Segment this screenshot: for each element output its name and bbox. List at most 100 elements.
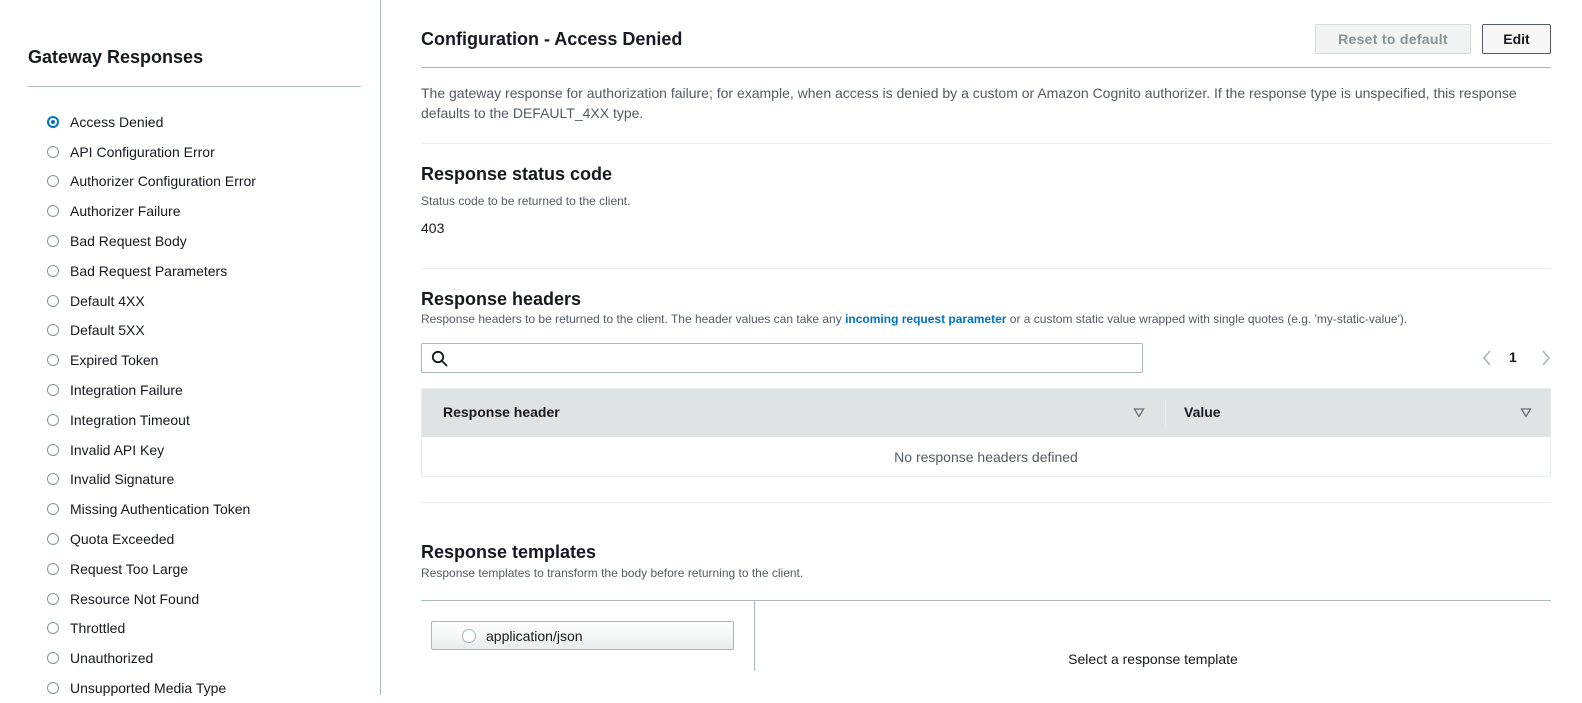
response-type-label: Access Denied <box>70 113 164 130</box>
radio-button[interactable] <box>47 413 59 426</box>
header-search <box>421 343 1143 373</box>
sidebar-title: Gateway Responses <box>28 47 204 67</box>
response-type-label: Authorizer Failure <box>70 203 181 220</box>
radio-button[interactable] <box>47 503 59 516</box>
help-text: or a custom static value wrapped with si… <box>1006 312 1408 326</box>
status-code-heading: Response status code <box>421 164 613 184</box>
sidebar: Gateway Responses Access Denied API Confi… <box>0 0 381 696</box>
edit-button[interactable]: Edit <box>1482 24 1551 54</box>
gateway-response-list: Access Denied API Configuration Error Auth… <box>47 107 256 703</box>
response-type-label: API Configuration Error <box>70 143 215 160</box>
response-type-label: Invalid Signature <box>70 471 175 488</box>
radio-button[interactable] <box>47 115 59 128</box>
radio-button[interactable] <box>47 235 59 248</box>
chevron-right-icon[interactable] <box>1538 347 1554 369</box>
response-type-option[interactable]: Integration Timeout <box>47 405 256 435</box>
empty-table-message: No response headers defined <box>894 449 1078 465</box>
main-panel: Configuration - Access Denied Reset to d… <box>421 0 1551 695</box>
status-code-value: 403 <box>421 220 445 236</box>
response-type-option[interactable]: Authorizer Failure <box>47 196 256 226</box>
reset-to-default-button[interactable]: Reset to default <box>1315 24 1471 54</box>
help-text: Response headers to be returned to the c… <box>421 312 846 326</box>
radio-button[interactable] <box>47 354 59 367</box>
column-header-response-header[interactable]: Response header <box>443 404 560 420</box>
radio-button[interactable] <box>47 175 59 188</box>
response-templates-heading: Response templates <box>421 542 597 562</box>
title-divider <box>421 67 1551 68</box>
response-headers-help: Response headers to be returned to the c… <box>421 312 1407 326</box>
response-type-label: Missing Authentication Token <box>70 501 251 518</box>
response-type-label: Default 5XX <box>70 322 145 339</box>
response-type-label: Authorizer Configuration Error <box>70 173 256 190</box>
response-type-option[interactable]: Missing Authentication Token <box>47 494 256 524</box>
response-type-label: Unauthorized <box>70 650 154 667</box>
incoming-request-parameter-link[interactable]: incoming request parameter <box>845 312 1006 326</box>
current-page[interactable]: 1 <box>1509 349 1517 365</box>
radio-button[interactable] <box>47 622 59 635</box>
response-type-label: Quota Exceeded <box>70 531 175 548</box>
template-label: application/json <box>486 627 583 644</box>
response-type-option[interactable]: Authorizer Configuration Error <box>47 167 256 197</box>
response-type-option[interactable]: Integration Failure <box>47 375 256 405</box>
page-title: Configuration - Access Denied <box>421 29 683 49</box>
pagination: 1 <box>1479 347 1551 369</box>
chevron-left-icon[interactable] <box>1479 347 1495 369</box>
response-type-option[interactable]: Default 5XX <box>47 316 256 346</box>
template-radio[interactable] <box>462 628 476 643</box>
response-templates-help: Response templates to transform the body… <box>421 566 804 580</box>
response-type-label: Bad Request Body <box>70 233 187 250</box>
response-type-option[interactable]: Throttled <box>47 614 256 644</box>
radio-button[interactable] <box>47 682 59 695</box>
column-header-value[interactable]: Value <box>1184 404 1221 420</box>
response-type-option[interactable]: Bad Request Parameters <box>47 256 256 286</box>
response-type-option[interactable]: Request Too Large <box>47 554 256 584</box>
radio-button[interactable] <box>47 562 59 575</box>
response-type-option[interactable]: Bad Request Body <box>47 226 256 256</box>
section-divider <box>421 143 1551 144</box>
radio-button[interactable] <box>47 145 59 158</box>
response-type-label: Invalid API Key <box>70 441 165 458</box>
radio-button[interactable] <box>47 205 59 218</box>
response-type-option[interactable]: Invalid Signature <box>47 465 256 495</box>
response-type-label: Default 4XX <box>70 292 145 309</box>
template-item-application-json[interactable]: application/json <box>431 621 734 650</box>
response-type-label: Integration Failure <box>70 382 183 399</box>
response-type-label: Expired Token <box>70 352 159 369</box>
radio-button[interactable] <box>47 652 59 665</box>
status-code-help: Status code to be returned to the client… <box>421 194 631 208</box>
response-type-label: Unsupported Media Type <box>70 680 227 697</box>
search-input[interactable] <box>454 347 1138 371</box>
response-type-option[interactable]: API Configuration Error <box>47 137 256 167</box>
response-type-option[interactable]: Invalid API Key <box>47 435 256 465</box>
response-type-option[interactable]: Access Denied <box>47 107 256 137</box>
sort-triangle-icon[interactable] <box>1520 407 1532 419</box>
response-description: The gateway response for authorization f… <box>421 85 1517 121</box>
response-headers-heading: Response headers <box>421 289 582 309</box>
search-icon <box>431 350 448 367</box>
table-header: Response header Value <box>422 389 1550 437</box>
sort-triangle-icon[interactable] <box>1133 407 1145 419</box>
response-type-option[interactable]: Unauthorized <box>47 643 256 673</box>
response-type-label: Resource Not Found <box>70 590 200 607</box>
radio-button[interactable] <box>47 533 59 546</box>
template-placeholder: Select a response template <box>1068 651 1238 667</box>
response-headers-table: Response header Value No response header… <box>421 388 1551 477</box>
response-type-option[interactable]: Expired Token <box>47 345 256 375</box>
response-type-option[interactable]: Quota Exceeded <box>47 524 256 554</box>
response-type-option[interactable]: Resource Not Found <box>47 584 256 614</box>
response-type-option[interactable]: Unsupported Media Type <box>47 673 256 703</box>
radio-button[interactable] <box>47 264 59 277</box>
response-type-option[interactable]: Default 4XX <box>47 286 256 316</box>
sidebar-divider <box>28 86 361 87</box>
radio-button[interactable] <box>47 294 59 307</box>
radio-button[interactable] <box>47 384 59 397</box>
radio-button[interactable] <box>47 443 59 456</box>
template-list: application/json <box>421 601 754 671</box>
response-type-label: Bad Request Parameters <box>70 262 228 279</box>
radio-button[interactable] <box>47 473 59 486</box>
radio-button[interactable] <box>47 324 59 337</box>
section-divider <box>421 502 1551 503</box>
column-divider <box>1165 399 1166 427</box>
radio-button[interactable] <box>47 592 59 605</box>
response-type-label: Throttled <box>70 620 126 637</box>
